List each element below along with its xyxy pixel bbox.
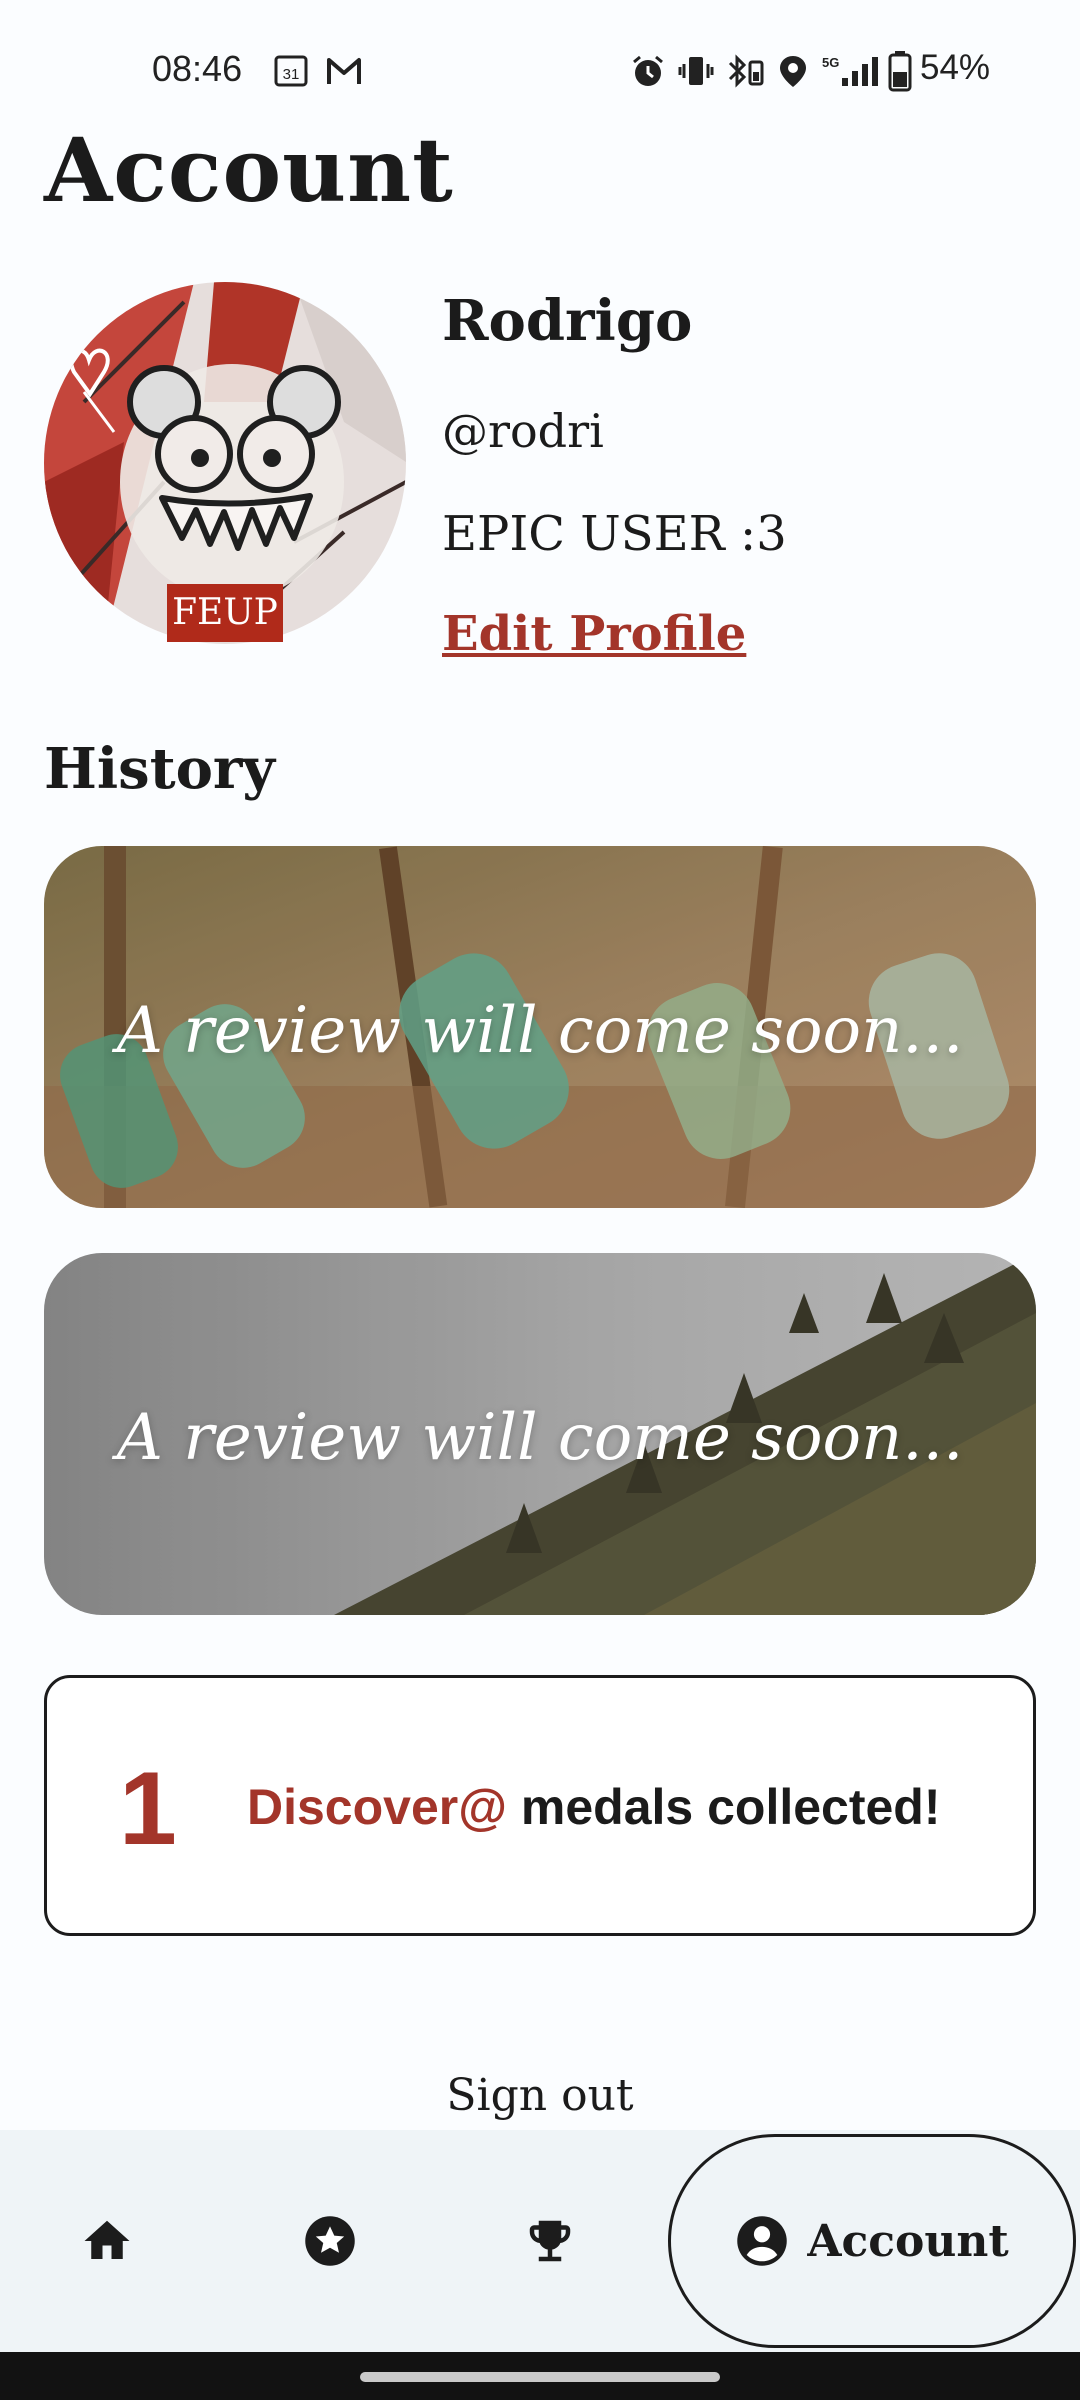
history-card[interactable]: A review will come soon... <box>44 1253 1036 1615</box>
bluetooth-battery-icon <box>728 54 764 88</box>
nav-account[interactable]: Account <box>668 2134 1076 2348</box>
edit-profile-link[interactable]: Edit Profile <box>442 606 746 662</box>
avatar-badge: FEUP <box>167 584 283 642</box>
profile-name: Rodrigo <box>442 288 693 354</box>
gesture-handle[interactable] <box>360 2372 720 2382</box>
battery-icon <box>888 51 912 92</box>
medals-count: 1 <box>119 1751 177 1867</box>
battery-percent: 54% <box>920 48 991 87</box>
nav-account-label: Account <box>807 2215 1009 2267</box>
calendar-icon: 31 <box>274 55 308 87</box>
vibrate-icon <box>678 57 714 85</box>
bottom-nav: Account <box>0 2130 1080 2352</box>
history-card-caption: A review will come soon... <box>116 1401 964 1475</box>
account-circle-icon <box>737 2216 788 2266</box>
profile-handle: @rodri <box>442 404 604 458</box>
alarm-icon <box>633 55 663 86</box>
gesture-bar <box>0 2352 1080 2400</box>
nav-home[interactable] <box>62 2196 152 2286</box>
account-screen: 08:46 31 5G 54% Account FEUP Rodrigo @ro… <box>0 0 1080 2400</box>
nav-medals[interactable] <box>505 2196 595 2286</box>
signal-5g-icon: 5G <box>822 55 878 86</box>
page-title: Account <box>44 118 454 222</box>
star-circle-icon <box>305 2216 355 2266</box>
medals-summary: 1 Discover@ medals collected! <box>44 1675 1036 1936</box>
status-time: 08:46 <box>152 48 243 89</box>
location-icon <box>780 56 806 87</box>
profile-bio: EPIC USER :3 <box>442 506 787 562</box>
medals-text: Discover@ medals collected! <box>247 1778 941 1836</box>
history-card[interactable]: A review will come soon... <box>44 846 1036 1208</box>
medals-brand: Discover@ <box>247 1779 507 1835</box>
svg-text:31: 31 <box>283 66 300 83</box>
trophy-icon <box>529 2220 571 2262</box>
gmail-icon <box>327 58 361 84</box>
history-card-caption: A review will come soon... <box>116 994 964 1068</box>
home-icon <box>84 2220 130 2259</box>
sign-out-button[interactable]: Sign out <box>0 2070 1080 2121</box>
history-heading: History <box>44 736 275 802</box>
nav-favorites[interactable] <box>285 2196 375 2286</box>
svg-text:5G: 5G <box>822 55 839 70</box>
medals-label: medals collected! <box>507 1779 941 1835</box>
